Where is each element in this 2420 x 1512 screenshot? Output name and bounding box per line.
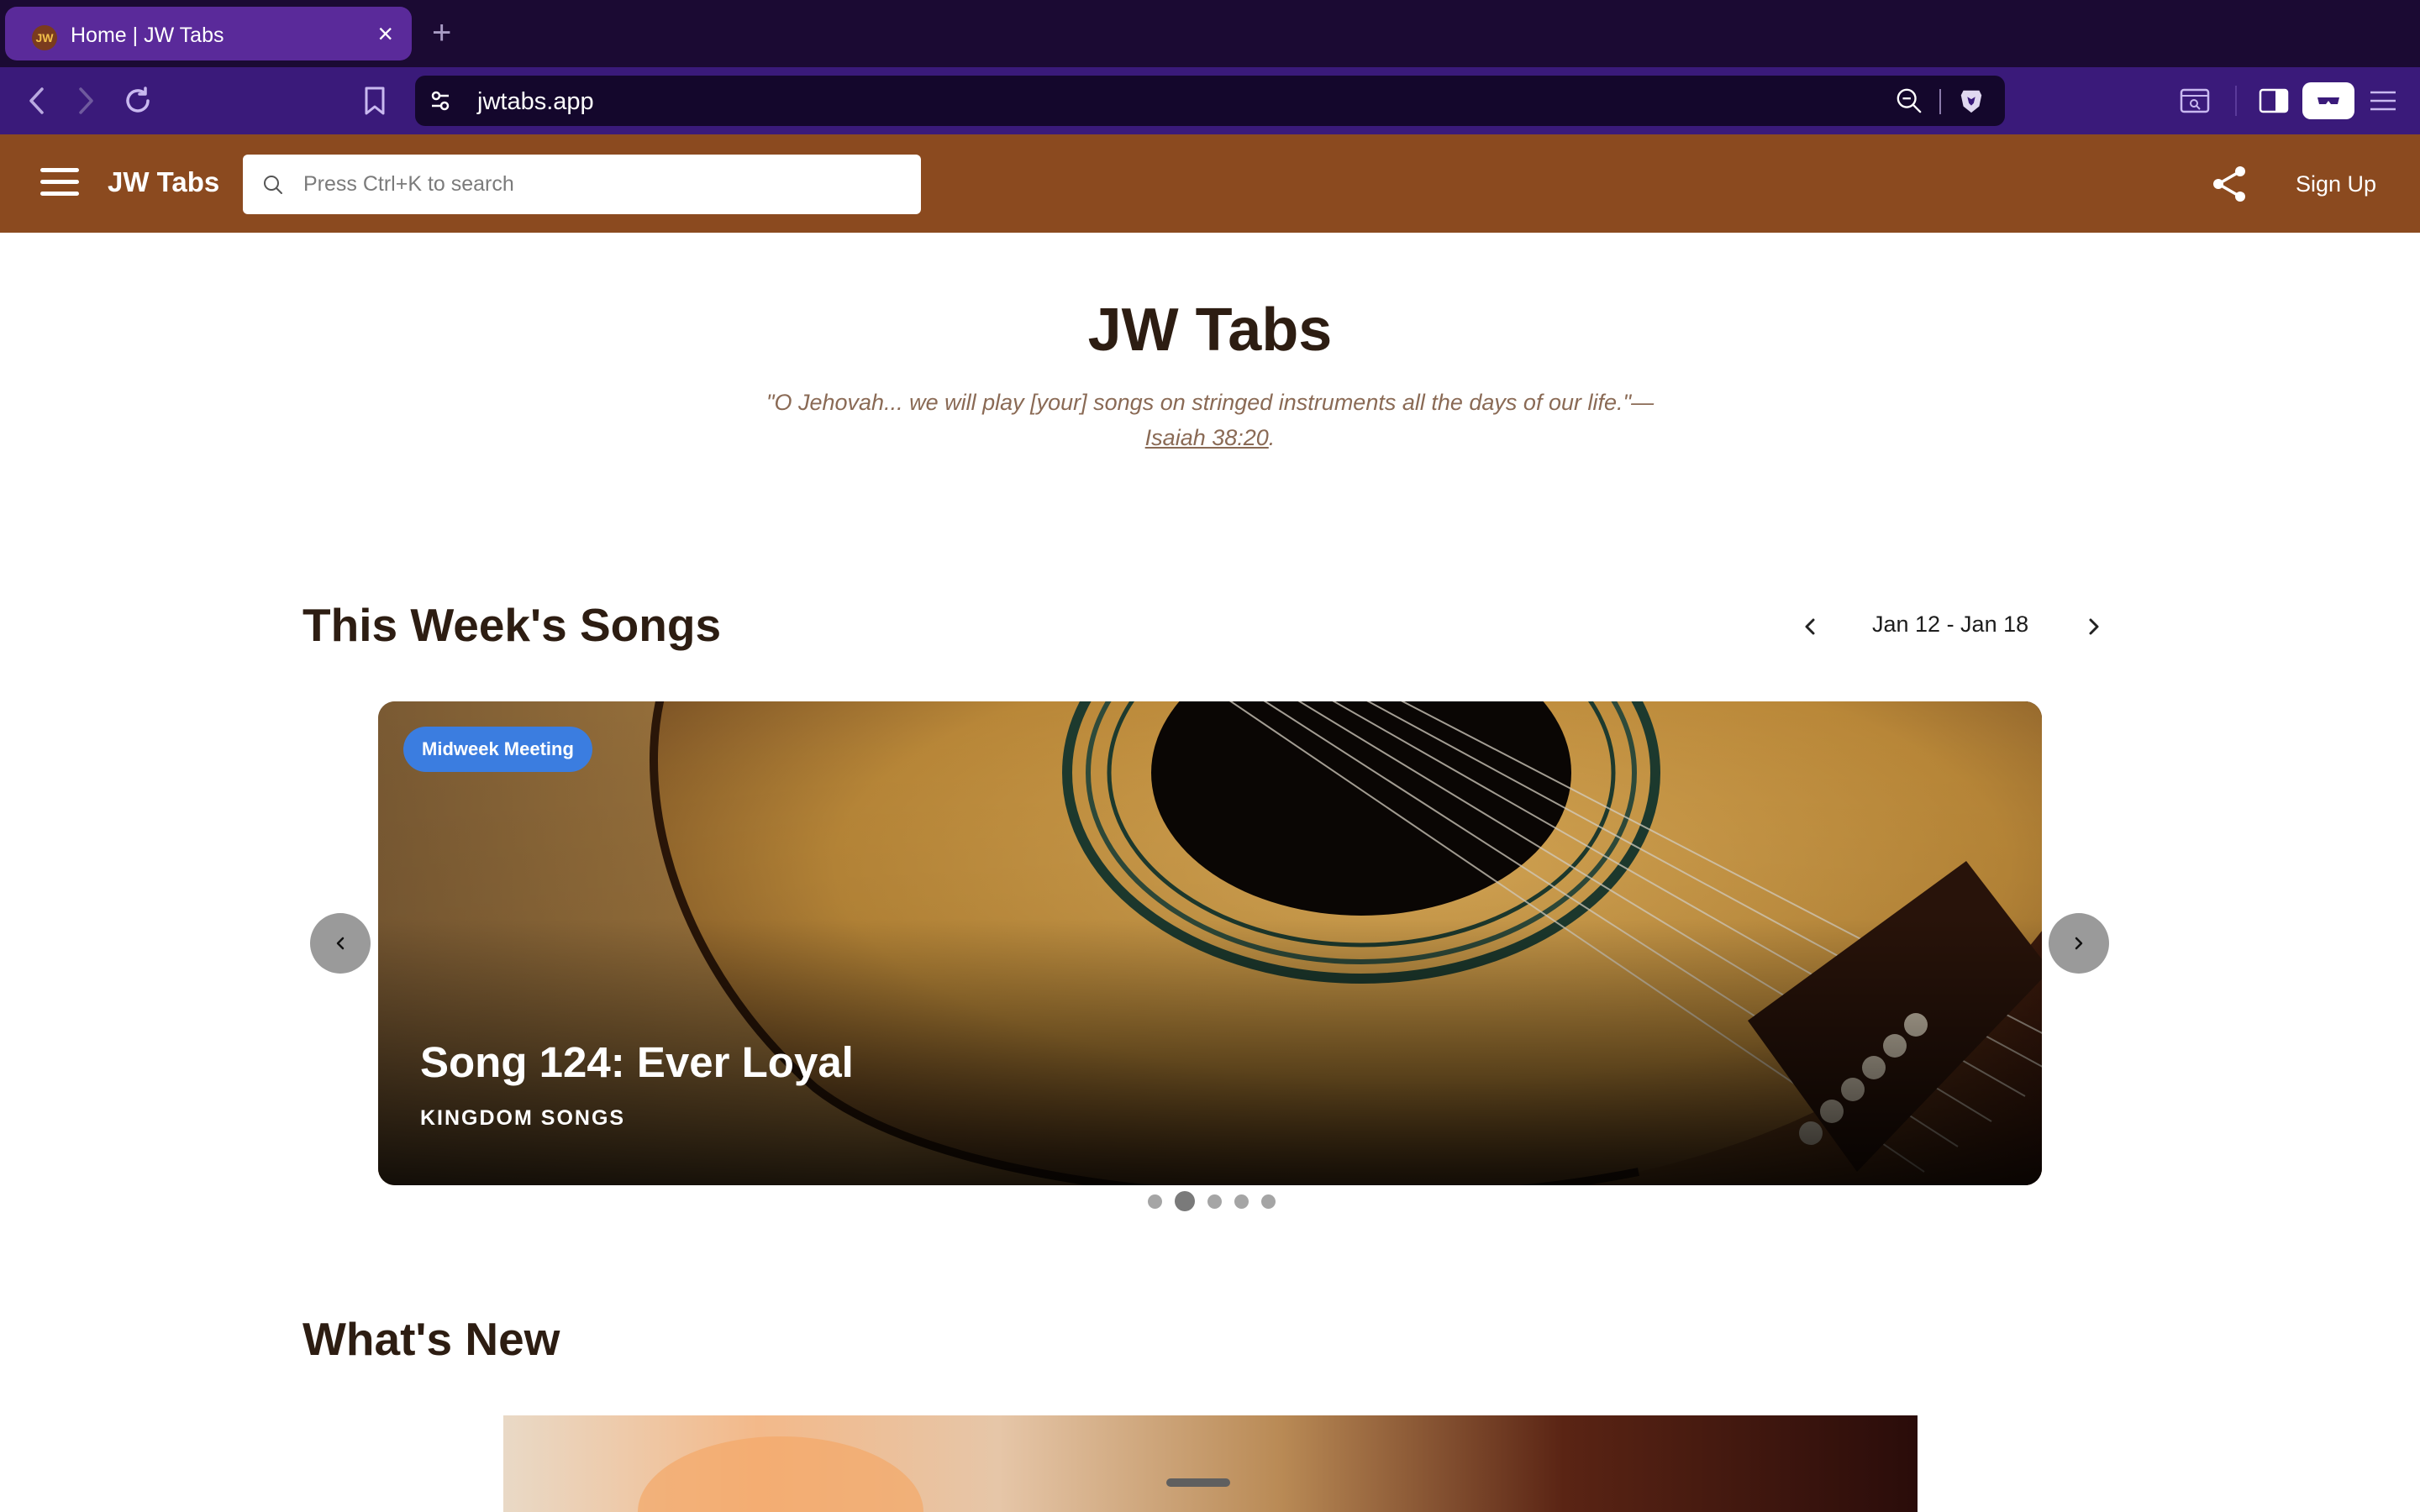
- address-bar[interactable]: jwtabs.app: [415, 76, 2005, 126]
- forward-button[interactable]: [66, 81, 106, 121]
- browser-tab-active[interactable]: JW Home | JW Tabs ×: [5, 7, 412, 60]
- carousel-next-button[interactable]: [2049, 913, 2109, 974]
- zoom-out-icon[interactable]: [1896, 87, 1923, 114]
- page-title: JW Tabs: [1087, 297, 1333, 364]
- menu-icon: [2370, 91, 2396, 111]
- chevron-left-icon: [336, 937, 345, 950]
- screenshot-icon: [2180, 88, 2210, 113]
- hamburger-icon[interactable]: [40, 168, 79, 197]
- this-week-heading: This Week's Songs: [302, 599, 722, 651]
- drag-handle[interactable]: [1166, 1478, 1230, 1487]
- browser-toolbar: jwtabs.app: [0, 67, 2420, 134]
- carousel-dot-active[interactable]: [1175, 1191, 1195, 1211]
- new-tab-button[interactable]: +: [432, 12, 451, 54]
- site-brand[interactable]: JW Tabs: [108, 166, 219, 198]
- chevron-right-icon: [2075, 937, 2083, 950]
- news-image: [503, 1415, 1918, 1512]
- share-icon[interactable]: [2210, 165, 2249, 203]
- carousel-pagination: [1148, 1191, 1288, 1211]
- song-carousel-slide[interactable]: Midweek Meeting Song 124: Ever Loyal KIN…: [378, 701, 2042, 1185]
- url-text: jwtabs.app: [477, 88, 594, 115]
- site-header: JW Tabs Sign Up: [0, 134, 2420, 233]
- whats-new-heading: What's New: [302, 1313, 560, 1365]
- scripture-quote: "O Jehovah... we will play [your] songs …: [723, 385, 1697, 455]
- chevron-right-icon[interactable]: [2084, 615, 2104, 638]
- quote-text: "O Jehovah... we will play [your] songs …: [765, 390, 1655, 415]
- reload-icon: [126, 87, 150, 113]
- browser-tab-strip: JW Home | JW Tabs × +: [0, 0, 2420, 67]
- forward-icon: [79, 87, 93, 114]
- sidebar-icon: [2259, 88, 2289, 113]
- song-category: KINGDOM SONGS: [420, 1106, 626, 1130]
- search-box[interactable]: [243, 155, 921, 214]
- whats-new-card-image[interactable]: [503, 1415, 1918, 1512]
- site-settings-icon[interactable]: [427, 87, 454, 114]
- week-range: Jan 12 - Jan 18: [1872, 612, 2029, 637]
- reload-button[interactable]: [118, 81, 158, 121]
- scripture-citation-link[interactable]: Isaiah 38:20: [1145, 425, 1269, 450]
- carousel-dot[interactable]: [1234, 1194, 1249, 1209]
- back-button[interactable]: [17, 81, 57, 121]
- quote-end: .: [1268, 425, 1276, 450]
- carousel-dot[interactable]: [1148, 1194, 1162, 1209]
- main-menu-button[interactable]: [2363, 81, 2403, 121]
- search-icon: [264, 176, 282, 194]
- sign-up-button[interactable]: Sign Up: [2296, 171, 2376, 197]
- search-input[interactable]: [303, 166, 892, 202]
- leo-button[interactable]: [2302, 82, 2354, 119]
- bookmark-button[interactable]: [355, 81, 395, 121]
- sidebar-button[interactable]: [2254, 81, 2294, 121]
- site-favicon-icon: JW: [32, 25, 57, 50]
- bookmark-icon: [365, 87, 385, 115]
- back-icon: [29, 87, 44, 114]
- meeting-badge: Midweek Meeting: [403, 727, 592, 772]
- guitar-image: [378, 701, 2042, 1185]
- toolbar-divider: [2235, 86, 2237, 116]
- leo-icon: [2317, 97, 2339, 104]
- carousel-dot[interactable]: [1261, 1194, 1276, 1209]
- chevron-left-icon[interactable]: [1800, 615, 1820, 638]
- tab-close-icon[interactable]: ×: [377, 18, 393, 49]
- song-title[interactable]: Song 124: Ever Loyal: [420, 1037, 854, 1087]
- tab-title: Home | JW Tabs: [71, 24, 224, 47]
- screenshot-button[interactable]: [2175, 81, 2215, 121]
- divider: [1939, 89, 1941, 114]
- carousel-dot[interactable]: [1207, 1194, 1222, 1209]
- brave-shield-icon[interactable]: [1958, 87, 1985, 114]
- carousel-prev-button[interactable]: [310, 913, 371, 974]
